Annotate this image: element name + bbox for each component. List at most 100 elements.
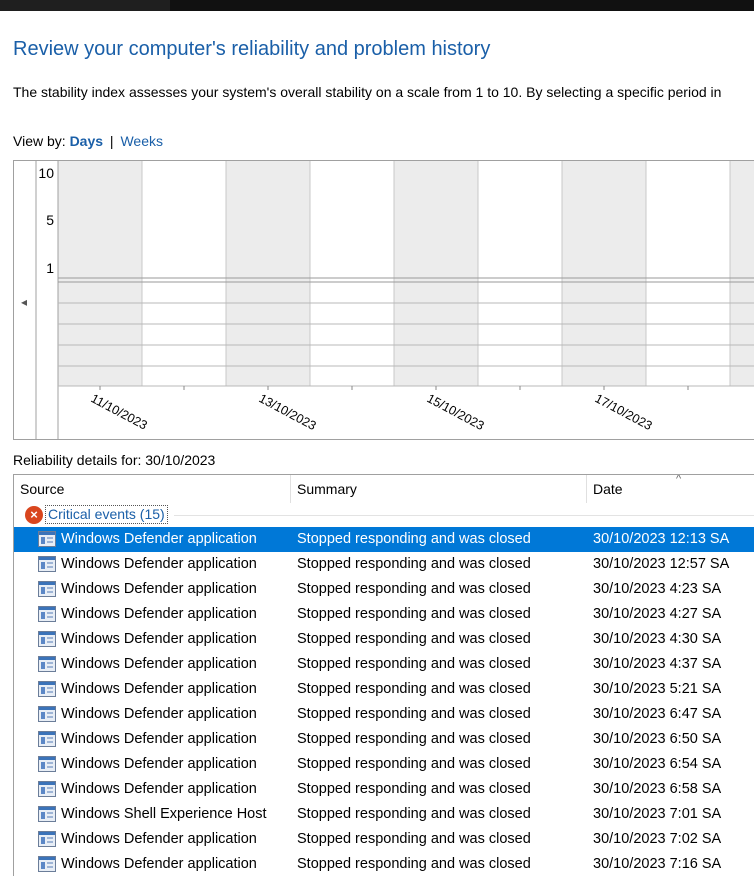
chart-x-tick-label: 13/10/2023	[257, 391, 319, 433]
row-source: Windows Defender application	[61, 631, 257, 647]
reliability-chart[interactable]: 10 5 1 ◂ 11/10/2023 13/10/2023 15/10/2023 17/10…	[13, 160, 754, 440]
table-row[interactable]: Windows Defender application Stopped resp…	[14, 702, 754, 727]
row-date: 30/10/2023 6:47 SA	[593, 706, 722, 722]
row-summary: Stopped responding and was closed	[297, 731, 531, 747]
row-date: 30/10/2023 4:37 SA	[593, 656, 722, 672]
row-date: 30/10/2023 5:21 SA	[593, 681, 722, 697]
sort-ascending-icon: ^	[676, 474, 682, 485]
row-date: 30/10/2023 7:01 SA	[593, 806, 722, 822]
chart-day-column	[226, 161, 310, 386]
row-date: 30/10/2023 4:27 SA	[593, 606, 722, 622]
application-window-icon	[38, 556, 56, 572]
table-row[interactable]: Windows Defender application Stopped resp…	[14, 527, 754, 552]
row-date: 30/10/2023 6:58 SA	[593, 781, 722, 797]
application-window-icon	[38, 856, 56, 872]
row-date: 30/10/2023 7:16 SA	[593, 856, 722, 872]
chart-y-tick-label: 10	[38, 165, 54, 181]
row-summary: Stopped responding and was closed	[297, 631, 531, 647]
row-summary: Stopped responding and was closed	[297, 581, 531, 597]
critical-events-group[interactable]: × Critical events (15)	[14, 504, 754, 526]
application-window-icon	[38, 606, 56, 622]
view-by-days-link[interactable]: Days	[70, 133, 103, 149]
table-row[interactable]: Windows Defender application Stopped resp…	[14, 602, 754, 627]
table-rows: Windows Defender application Stopped resp…	[14, 527, 754, 876]
reliability-details-table: Source Summary Date ^ × Critical events …	[13, 474, 754, 876]
page-description: The stability index assesses your system…	[13, 84, 722, 100]
view-by-label: View by:	[13, 133, 66, 149]
chart-day-column	[394, 161, 478, 386]
table-row[interactable]: Windows Defender application Stopped resp…	[14, 652, 754, 677]
row-summary: Stopped responding and was closed	[297, 781, 531, 797]
row-source: Windows Defender application	[61, 756, 257, 772]
row-date: 30/10/2023 6:50 SA	[593, 731, 722, 747]
reliability-chart-svg: 10 5 1 ◂ 11/10/2023 13/10/2023 15/10/2023 17/10…	[21, 161, 754, 439]
chart-x-tick-label: 11/10/2023	[89, 391, 150, 432]
chart-day-column	[310, 161, 394, 386]
row-summary: Stopped responding and was closed	[297, 756, 531, 772]
row-source: Windows Defender application	[61, 606, 257, 622]
row-summary: Stopped responding and was closed	[297, 681, 531, 697]
row-date: 30/10/2023 4:23 SA	[593, 581, 722, 597]
row-summary: Stopped responding and was closed	[297, 706, 531, 722]
table-row[interactable]: Windows Defender application Stopped resp…	[14, 852, 754, 876]
row-summary: Stopped responding and was closed	[297, 531, 531, 547]
row-summary: Stopped responding and was closed	[297, 806, 531, 822]
window-top-bar	[0, 0, 754, 11]
row-source: Windows Defender application	[61, 706, 257, 722]
row-source: Windows Defender application	[61, 781, 257, 797]
row-source: Windows Defender application	[61, 556, 257, 572]
group-divider-line	[174, 515, 754, 516]
column-header-date[interactable]: Date	[586, 475, 754, 503]
table-row[interactable]: Windows Defender application Stopped resp…	[14, 727, 754, 752]
application-window-icon	[38, 631, 56, 647]
row-source: Windows Defender application	[61, 656, 257, 672]
row-source: Windows Defender application	[61, 831, 257, 847]
row-date: 30/10/2023 6:54 SA	[593, 756, 722, 772]
table-row[interactable]: Windows Defender application Stopped resp…	[14, 577, 754, 602]
table-row[interactable]: Windows Defender application Stopped resp…	[14, 627, 754, 652]
view-by-separator: |	[109, 133, 114, 149]
table-row[interactable]: Windows Defender application Stopped resp…	[14, 552, 754, 577]
row-source: Windows Defender application	[61, 856, 257, 872]
page-title: Review your computer's reliability and p…	[13, 38, 491, 60]
application-window-icon	[38, 656, 56, 672]
row-date: 30/10/2023 12:13 SA	[593, 531, 730, 547]
application-window-icon	[38, 831, 56, 847]
row-summary: Stopped responding and was closed	[297, 556, 531, 572]
row-date: 30/10/2023 7:02 SA	[593, 831, 722, 847]
column-header-summary[interactable]: Summary	[290, 475, 586, 503]
chart-day-column	[646, 161, 730, 386]
reliability-details-label: Reliability details for: 30/10/2023	[13, 452, 216, 468]
chart-y-tick-label: 5	[46, 212, 54, 228]
column-header-source[interactable]: Source	[14, 475, 290, 503]
row-source: Windows Defender application	[61, 731, 257, 747]
row-summary: Stopped responding and was closed	[297, 831, 531, 847]
row-source: Windows Defender application	[61, 581, 257, 597]
table-row[interactable]: Windows Defender application Stopped resp…	[14, 827, 754, 852]
row-date: 30/10/2023 12:57 SA	[593, 556, 730, 572]
table-row[interactable]: Windows Defender application Stopped resp…	[14, 777, 754, 802]
view-by-weeks-link[interactable]: Weeks	[120, 133, 163, 149]
table-header: Source Summary Date ^	[14, 475, 754, 503]
chart-day-column	[142, 161, 226, 386]
row-summary: Stopped responding and was closed	[297, 856, 531, 872]
application-window-icon	[38, 581, 56, 597]
table-row[interactable]: Windows Defender application Stopped resp…	[14, 677, 754, 702]
application-window-icon	[38, 531, 56, 547]
table-row[interactable]: Windows Shell Experience Host Stopped res…	[14, 802, 754, 827]
application-window-icon	[38, 756, 56, 772]
application-window-icon	[38, 731, 56, 747]
chart-x-tick-label: 15/10/2023	[425, 391, 487, 433]
chart-day-column	[730, 161, 754, 386]
chart-day-column	[478, 161, 562, 386]
application-window-icon	[38, 781, 56, 797]
row-date: 30/10/2023 4:30 SA	[593, 631, 722, 647]
row-source: Windows Defender application	[61, 681, 257, 697]
chart-scroll-left-icon[interactable]: ◂	[21, 295, 27, 309]
row-source: Windows Defender application	[61, 531, 257, 547]
table-row[interactable]: Windows Defender application Stopped resp…	[14, 752, 754, 777]
view-by-selector: View by: Days | Weeks	[13, 133, 163, 149]
chart-day-column	[58, 161, 142, 386]
application-window-icon	[38, 806, 56, 822]
critical-events-label[interactable]: Critical events (15)	[45, 505, 168, 524]
